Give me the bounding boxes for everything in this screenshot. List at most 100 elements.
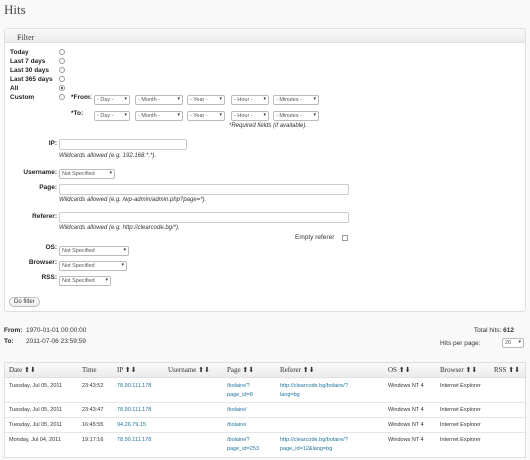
username-label: Username: (23, 169, 57, 176)
hits-per-page-label: Hits per page: (440, 340, 481, 347)
cell-time: 19:17:16 (82, 437, 104, 443)
from-hour-value: - Hour - (234, 97, 253, 103)
cell-time: 16:45:55 (82, 422, 104, 428)
period-label-30days: Last 30 days (10, 67, 50, 74)
rss-select[interactable]: Not Specified ▾ (59, 276, 111, 286)
username-select[interactable]: Not Specified ▾ (59, 169, 115, 179)
total-hits: Total hits: 612 (430, 327, 514, 334)
period-radio-custom[interactable] (59, 94, 65, 100)
to-day-value: - Day - (97, 113, 114, 119)
from-month-value: - Month - (138, 97, 161, 103)
page-input[interactable] (59, 184, 349, 195)
cell-page-link-cont[interactable]: page_id=8 (227, 392, 253, 398)
rss-value: Not Specified (62, 278, 95, 284)
sort-icon[interactable]: ⬆⬇ (242, 366, 254, 374)
ip-input[interactable] (59, 139, 187, 150)
sort-icon[interactable]: ⬆⬇ (125, 366, 137, 374)
chevron-down-icon: ▾ (124, 96, 127, 102)
column-rss[interactable]: RSS ⬆⬇ (494, 366, 520, 374)
empty-referer-label: Empty referer (295, 234, 335, 241)
chevron-down-icon: ▾ (177, 96, 180, 102)
from-month-select[interactable]: - Month - ▾ (135, 95, 183, 105)
to-hour-value: - Hour - (234, 113, 253, 119)
period-radio-today[interactable] (59, 49, 65, 55)
cell-referer-link-cont[interactable]: lang=bg (280, 392, 300, 398)
from-year-select[interactable]: - Year - ▾ (187, 95, 225, 105)
sort-icon[interactable]: ⬆⬇ (465, 366, 477, 374)
chevron-down-icon: ▾ (121, 262, 124, 268)
chevron-down-icon: ▾ (105, 277, 108, 283)
page-label: Page: (39, 184, 57, 191)
to-year-select[interactable]: - Year - ▾ (187, 111, 225, 121)
period-radio-365days[interactable] (59, 76, 65, 82)
column-os[interactable]: OS ⬆⬇ (388, 366, 410, 374)
browser-label: Browser: (28, 259, 57, 266)
cell-date: Tuesday, Jul 05, 2011 (9, 407, 63, 413)
cell-page-link[interactable]: /bolaire/? (227, 383, 250, 389)
do-filter-button[interactable]: Do filter (9, 297, 40, 307)
column-date-label: Date (9, 366, 23, 374)
hits-per-page-select[interactable]: 20 ▾ (502, 338, 524, 348)
cell-page-link[interactable]: /bolaire/? (227, 437, 250, 443)
period-radio-7days[interactable] (59, 58, 65, 64)
column-referer-label: Referer (280, 366, 301, 374)
to-day-select[interactable]: - Day - ▾ (94, 111, 130, 121)
from-summary-label: From: (4, 327, 23, 334)
hits-per-page-value: 20 (505, 340, 512, 346)
from-minutes-select[interactable]: - Minutes - ▾ (273, 95, 319, 105)
column-page[interactable]: Page ⬆⬇ (227, 366, 254, 374)
chevron-down-icon: ▾ (263, 96, 266, 102)
column-ip[interactable]: IP ⬆⬇ (117, 366, 136, 374)
cell-page-link-cont[interactable]: page_id=253 (227, 446, 259, 452)
period-label-7days: Last 7 days (10, 58, 46, 65)
from-day-select[interactable]: - Day - ▾ (94, 95, 130, 105)
period-radio-all[interactable] (59, 85, 65, 91)
sort-icon[interactable]: ⬆⬇ (24, 366, 36, 374)
sort-icon[interactable]: ⬆⬇ (198, 366, 210, 374)
column-date[interactable]: Date ⬆⬇ (9, 366, 36, 374)
to-minutes-select[interactable]: - Minutes - ▾ (273, 111, 319, 121)
column-username[interactable]: Username ⬆⬇ (168, 366, 210, 374)
table-row: Monday, Jul 04, 2011 19:17:16 78.90.111.… (5, 433, 525, 457)
cell-ip-link[interactable]: 78.90.111.178 (117, 437, 151, 443)
os-value: Not Specified (62, 248, 95, 254)
cell-ip-link[interactable]: 78.90.111.178 (117, 407, 151, 413)
column-time-label: Time (82, 366, 97, 374)
cell-referer-link-cont[interactable]: page_id=12&lang=bg (280, 446, 332, 452)
chevron-down-icon: ▾ (219, 112, 222, 118)
cell-page-link[interactable]: /bolaire/ (227, 422, 247, 428)
sort-icon[interactable]: ⬆⬇ (399, 366, 411, 374)
username-value: Not Specified (62, 171, 95, 177)
os-label: OS: (45, 244, 57, 251)
column-browser[interactable]: Browser ⬆⬇ (440, 366, 477, 374)
sort-icon[interactable]: ⬆⬇ (508, 366, 520, 374)
cell-referer-link[interactable]: http://clearcode.bg/bolaire/? (280, 383, 348, 389)
os-select[interactable]: Not Specified ▾ (59, 246, 129, 256)
column-referer[interactable]: Referer ⬆⬇ (280, 366, 314, 374)
table-row: Tuesday, Jul 05, 2011 16:45:55 94.26.79.… (5, 418, 525, 433)
hits-table: Date ⬆⬇ Time IP ⬆⬇ Username ⬆⬇ Page ⬆⬇ R… (4, 362, 526, 458)
page-title: Hits (4, 2, 26, 17)
period-radio-30days[interactable] (59, 67, 65, 73)
cell-time: 23:43:52 (82, 383, 104, 389)
to-hour-select[interactable]: - Hour - ▾ (231, 111, 269, 121)
chevron-down-icon: ▾ (124, 112, 127, 118)
referer-input[interactable] (59, 212, 349, 223)
from-hour-select[interactable]: - Hour - ▾ (231, 95, 269, 105)
to-minutes-value: - Minutes - (276, 113, 302, 119)
cell-date: Tuesday, Jul 05, 2011 (9, 383, 63, 389)
cell-referer-link[interactable]: http://clearcode.bg/bolaire/? (280, 437, 348, 443)
column-browser-label: Browser (440, 366, 464, 374)
required-note: *Required fields (if available). (229, 123, 308, 129)
cell-ip-link[interactable]: 78.90.111.178 (117, 383, 151, 389)
filter-panel-header[interactable]: + Filter (5, 29, 525, 43)
empty-referer-checkbox[interactable] (342, 235, 348, 241)
from-summary-value: 1970-01-01 00:00:00 (26, 327, 87, 334)
cell-ip-link[interactable]: 94.26.79.15 (117, 422, 146, 428)
browser-select[interactable]: Not Specified ▾ (59, 261, 127, 271)
to-month-select[interactable]: - Month - ▾ (135, 111, 183, 121)
chevron-down-icon: ▾ (518, 339, 521, 345)
ip-hint: Wildcards allowed (e.g. 192.168.*.*). (59, 153, 156, 159)
cell-page-link[interactable]: /bolaire/ (227, 407, 247, 413)
sort-icon[interactable]: ⬆⬇ (303, 366, 315, 374)
